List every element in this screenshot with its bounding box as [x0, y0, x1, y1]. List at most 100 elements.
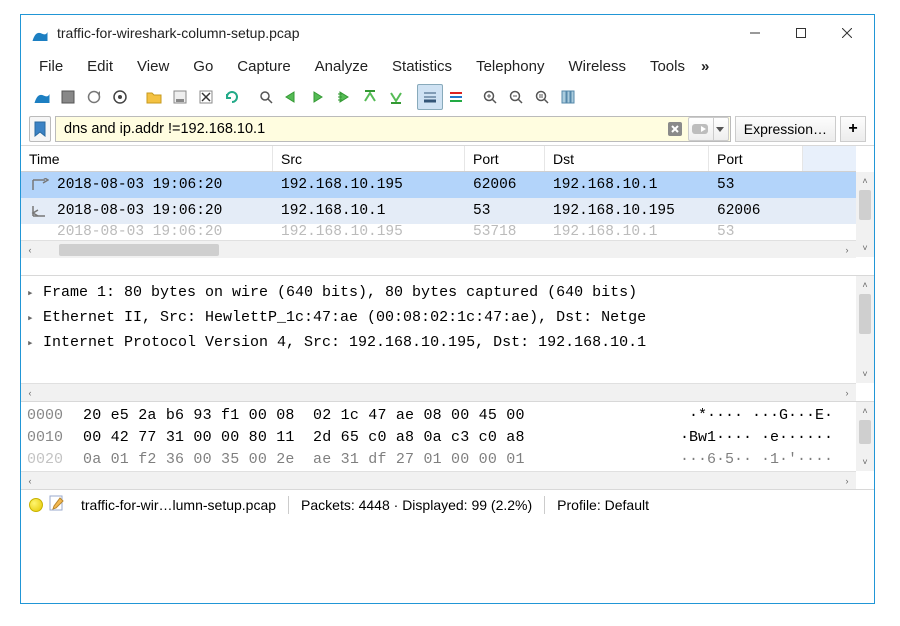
scroll-up-icon[interactable]: ˄ — [856, 402, 874, 420]
packet-row[interactable]: 2018-08-03 19:06:20 192.168.10.195 62006… — [21, 172, 856, 198]
packet-row[interactable]: 2018-08-03 19:06:20 192.168.10.1 53 192.… — [21, 198, 856, 224]
packet-dst: 192.168.10.1 — [545, 177, 709, 193]
go-forward-icon[interactable] — [305, 84, 331, 110]
capture-options-icon[interactable] — [107, 84, 133, 110]
detail-line[interactable]: ▸Frame 1: 80 bytes on wire (640 bits), 8… — [21, 280, 856, 305]
add-filter-button[interactable]: + — [840, 116, 866, 142]
details-vscroll[interactable]: ˄ ˅ — [856, 276, 874, 383]
apply-filter-button[interactable] — [688, 117, 729, 141]
status-packets: Packets: 4448 · Displayed: 99 (2.2%) — [301, 497, 532, 513]
col-spacer — [803, 146, 856, 171]
restart-capture-icon[interactable] — [81, 84, 107, 110]
scroll-right-icon[interactable]: › — [838, 472, 856, 490]
close-file-icon[interactable] — [193, 84, 219, 110]
reload-file-icon[interactable] — [219, 84, 245, 110]
menu-file[interactable]: File — [27, 55, 75, 78]
byte-line[interactable]: 001000 42 77 31 00 00 80 11 2d 65 c0 a8 … — [21, 426, 856, 448]
go-to-packet-icon[interactable] — [331, 84, 357, 110]
byte-line[interactable]: 00200a 01 f2 36 00 35 00 2e ae 31 df 27 … — [21, 448, 856, 470]
scroll-right-icon[interactable]: › — [838, 384, 856, 402]
filter-input-container — [55, 116, 731, 142]
zoom-reset-icon[interactable] — [529, 84, 555, 110]
expand-icon[interactable]: ▸ — [27, 336, 43, 350]
packet-row-partial[interactable]: 2018-08-03 19:06:20 192.168.10.195 53718… — [21, 224, 856, 240]
minimize-button[interactable] — [732, 18, 778, 48]
col-src[interactable]: Src — [273, 146, 465, 171]
window-title: traffic-for-wireshark-column-setup.pcap — [57, 25, 732, 41]
resize-columns-icon[interactable] — [555, 84, 581, 110]
colorize-icon[interactable] — [443, 84, 469, 110]
packet-list-vscroll[interactable]: ˄ ˅ — [856, 172, 874, 257]
outgoing-arrow-icon — [29, 178, 51, 192]
expand-icon[interactable]: ▸ — [27, 286, 43, 300]
display-filter-input[interactable] — [56, 119, 663, 139]
wireshark-icon — [31, 26, 49, 44]
col-dst-port[interactable]: Port — [709, 146, 803, 171]
go-last-icon[interactable] — [383, 84, 409, 110]
scroll-up-icon[interactable]: ˄ — [856, 172, 874, 190]
scroll-down-icon[interactable]: ˅ — [856, 365, 874, 383]
scroll-left-icon[interactable]: ‹ — [21, 384, 39, 402]
close-button[interactable] — [824, 18, 870, 48]
go-first-icon[interactable] — [357, 84, 383, 110]
menu-edit[interactable]: Edit — [75, 55, 125, 78]
statusbar: traffic-for-wir…lumn-setup.pcap Packets:… — [21, 489, 874, 519]
scroll-up-icon[interactable]: ˄ — [856, 276, 874, 294]
packet-time: 2018-08-03 19:06:20 — [57, 177, 222, 193]
detail-line[interactable]: ▸Internet Protocol Version 4, Src: 192.1… — [21, 330, 856, 355]
menu-wireless[interactable]: Wireless — [556, 55, 638, 78]
edit-capture-comment-icon[interactable] — [49, 495, 65, 514]
find-packet-icon[interactable] — [253, 84, 279, 110]
go-back-icon[interactable] — [279, 84, 305, 110]
status-profile[interactable]: Profile: Default — [557, 497, 649, 513]
menu-telephony[interactable]: Telephony — [464, 55, 556, 78]
app-window: traffic-for-wireshark-column-setup.pcap … — [20, 14, 875, 604]
packet-rows: 2018-08-03 19:06:20 192.168.10.195 62006… — [21, 172, 856, 240]
col-dst[interactable]: Dst — [545, 146, 709, 171]
packet-sport: 53 — [465, 203, 545, 219]
scroll-down-icon[interactable]: ˅ — [856, 239, 874, 257]
scroll-left-icon[interactable]: ‹ — [21, 472, 39, 490]
scroll-down-icon[interactable]: ˅ — [856, 453, 874, 471]
open-file-icon[interactable] — [141, 84, 167, 110]
toolbar — [21, 81, 874, 113]
bytes-vscroll[interactable]: ˄ ˅ — [856, 402, 874, 471]
stop-capture-icon[interactable] — [55, 84, 81, 110]
expand-icon[interactable]: ▸ — [27, 311, 43, 325]
zoom-out-icon[interactable] — [503, 84, 529, 110]
col-src-port[interactable]: Port — [465, 146, 545, 171]
clear-filter-icon[interactable] — [663, 119, 687, 139]
expert-info-icon[interactable] — [29, 498, 43, 512]
packet-list-hscroll[interactable]: ‹ › — [21, 240, 856, 258]
menu-overflow-icon[interactable]: » — [697, 58, 713, 75]
menu-view[interactable]: View — [125, 55, 181, 78]
details-body: ▸Frame 1: 80 bytes on wire (640 bits), 8… — [21, 276, 856, 383]
start-capture-icon[interactable] — [29, 84, 55, 110]
packet-time: 2018-08-03 19:06:20 — [57, 203, 222, 219]
expression-button[interactable]: Expression… — [735, 116, 836, 142]
detail-line[interactable]: ▸Ethernet II, Src: HewlettP_1c:47:ae (00… — [21, 305, 856, 330]
apply-dropdown-icon[interactable] — [713, 118, 726, 140]
packet-list-pane: Time Src Port Dst Port 2018-08-03 19:06:… — [21, 145, 874, 275]
col-time[interactable]: Time — [21, 146, 273, 171]
incoming-arrow-icon — [29, 204, 51, 218]
scroll-left-icon[interactable]: ‹ — [21, 241, 39, 259]
column-headers: Time Src Port Dst Port — [21, 146, 856, 172]
packet-details-pane: ▸Frame 1: 80 bytes on wire (640 bits), 8… — [21, 275, 874, 401]
menu-capture[interactable]: Capture — [225, 55, 302, 78]
packet-src: 192.168.10.1 — [273, 203, 465, 219]
menu-go[interactable]: Go — [181, 55, 225, 78]
auto-scroll-icon[interactable] — [417, 84, 443, 110]
maximize-button[interactable] — [778, 18, 824, 48]
menu-analyze[interactable]: Analyze — [303, 55, 380, 78]
byte-line[interactable]: 000020 e5 2a b6 93 f1 00 08 02 1c 47 ae … — [21, 404, 856, 426]
zoom-in-icon[interactable] — [477, 84, 503, 110]
scroll-right-icon[interactable]: › — [838, 241, 856, 259]
details-hscroll[interactable]: ‹ › — [21, 383, 856, 401]
save-file-icon[interactable] — [167, 84, 193, 110]
bookmark-filter-icon[interactable] — [29, 116, 51, 142]
titlebar: traffic-for-wireshark-column-setup.pcap — [21, 15, 874, 51]
menu-tools[interactable]: Tools — [638, 55, 697, 78]
menu-statistics[interactable]: Statistics — [380, 55, 464, 78]
bytes-hscroll[interactable]: ‹ › — [21, 471, 856, 489]
